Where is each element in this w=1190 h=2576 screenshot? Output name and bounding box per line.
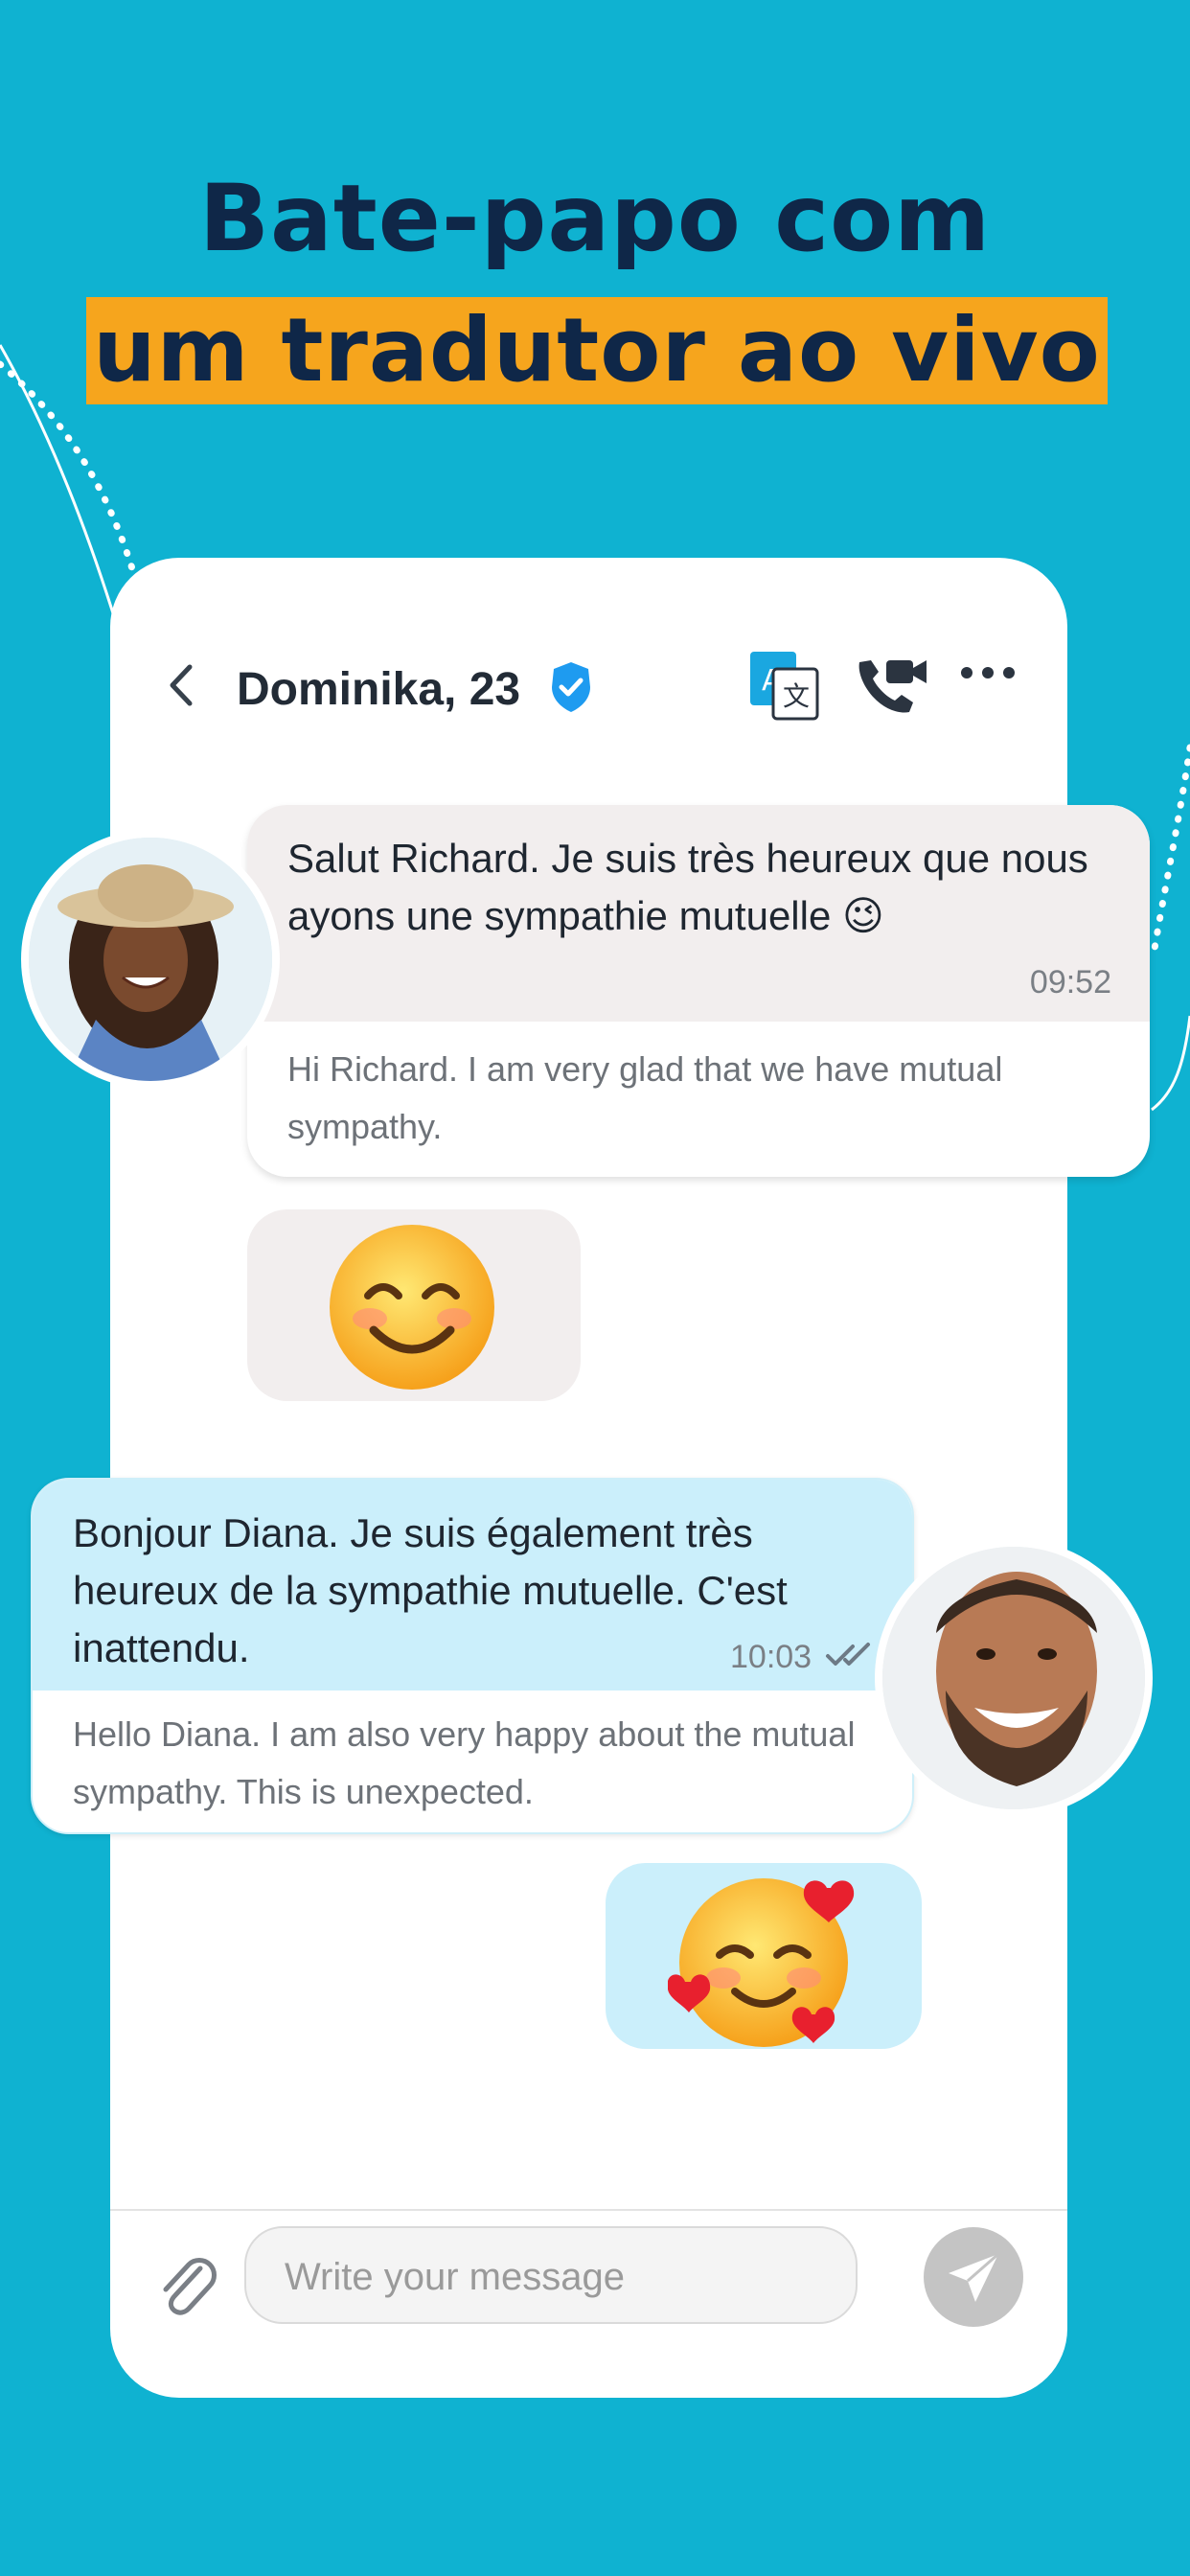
chat-header: Dominika, 23 A 文 bbox=[110, 558, 1067, 721]
send-arrow-icon bbox=[949, 2252, 999, 2302]
back-chevron-icon[interactable] bbox=[163, 661, 201, 709]
headline-line-2: um tradutor ao vivo bbox=[93, 299, 1101, 402]
message-text: Salut Richard. Je suis très heureux que … bbox=[287, 836, 1088, 938]
avatar[interactable] bbox=[875, 1539, 1153, 1817]
smiling-face-emoji bbox=[330, 1225, 494, 1390]
more-options-icon[interactable] bbox=[959, 663, 1017, 682]
message-composer: Write your message bbox=[110, 2209, 1067, 2401]
message-input[interactable]: Write your message bbox=[244, 2226, 858, 2324]
outgoing-emoji-message[interactable] bbox=[606, 1863, 922, 2049]
incoming-message[interactable]: Salut Richard. Je suis très heureux que … bbox=[247, 805, 1150, 1177]
message-translation: Hi Richard. I am very glad that we have … bbox=[287, 1049, 1003, 1146]
headline: Bate-papo com bbox=[0, 161, 1190, 276]
send-button[interactable] bbox=[924, 2227, 1023, 2327]
outgoing-message[interactable]: Bonjour Diana. Je suis également très he… bbox=[31, 1478, 914, 1834]
paperclip-icon[interactable] bbox=[156, 2251, 217, 2316]
incoming-emoji-message[interactable] bbox=[247, 1209, 581, 1401]
read-double-check-icon bbox=[826, 1643, 870, 1666]
smiling-face-with-hearts-emoji bbox=[668, 1878, 855, 2047]
avatar[interactable] bbox=[21, 830, 280, 1089]
message-time: 09:52 bbox=[1029, 964, 1111, 1000]
message-original-area: Bonjour Diana. Je suis également très he… bbox=[33, 1480, 912, 1690]
smiling-man-avatar bbox=[882, 1547, 1145, 1809]
contact-name[interactable]: Dominika, 23 bbox=[237, 663, 520, 716]
woman-with-hat-avatar bbox=[29, 838, 272, 1081]
verified-badge-icon bbox=[552, 662, 590, 712]
message-original-area: Salut Richard. Je suis très heureux que … bbox=[247, 805, 1150, 1022]
headline-line-1: Bate-papo com bbox=[198, 165, 992, 272]
message-time: 10:03 bbox=[730, 1639, 812, 1675]
video-call-icon[interactable] bbox=[854, 655, 930, 716]
message-translation: Hello Diana. I am also very happy about … bbox=[73, 1714, 856, 1811]
headline-highlight: um tradutor ao vivo bbox=[86, 297, 1108, 404]
translate-icon[interactable]: A 文 bbox=[748, 650, 821, 723]
svg-text:文: 文 bbox=[783, 680, 810, 712]
divider bbox=[110, 2209, 1067, 2211]
